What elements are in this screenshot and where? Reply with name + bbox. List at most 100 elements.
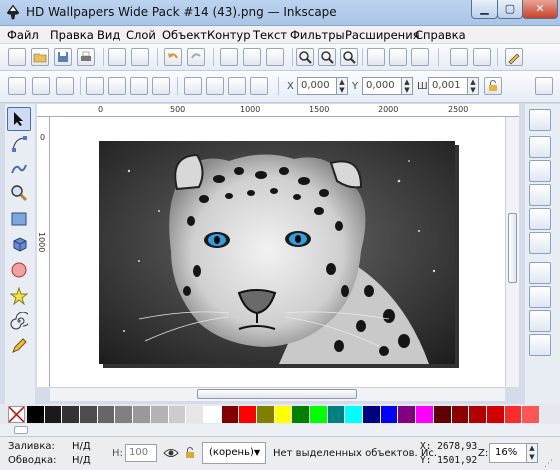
lower-to-bottom-icon[interactable]: [250, 77, 268, 95]
color-swatch[interactable]: [186, 406, 204, 423]
snap-bbox-midpoints-icon[interactable]: [529, 208, 551, 230]
resize-grip-icon[interactable]: ⋰: [544, 459, 556, 469]
color-swatch[interactable]: [327, 406, 346, 423]
selector-tool-icon[interactable]: [7, 107, 31, 131]
clone-icon[interactable]: [389, 48, 407, 66]
duplicate-icon[interactable]: [367, 48, 385, 66]
menu-extensions[interactable]: Расширения: [345, 28, 420, 42]
snap-nodes-icon[interactable]: [529, 262, 551, 284]
eye-visibility-icon[interactable]: [163, 445, 179, 461]
zoom-drawing-icon[interactable]: [318, 48, 336, 66]
rect-tool-icon[interactable]: [7, 207, 31, 231]
color-swatch[interactable]: [62, 406, 81, 423]
menu-file[interactable]: Файл: [7, 28, 39, 42]
raise-to-top-icon[interactable]: [184, 77, 202, 95]
width-spinner[interactable]: ▲ ▼: [468, 77, 479, 95]
color-swatch[interactable]: [203, 406, 222, 423]
color-swatch[interactable]: [380, 406, 399, 423]
color-swatch[interactable]: [292, 406, 311, 423]
maximize-button[interactable]: ▢: [497, 0, 523, 19]
color-swatch[interactable]: [80, 406, 98, 423]
menu-edit[interactable]: Правка: [50, 28, 94, 42]
ellipse-tool-icon[interactable]: [7, 258, 31, 282]
color-swatch[interactable]: [398, 406, 417, 423]
zoom-tool-icon[interactable]: [7, 181, 31, 205]
color-swatch[interactable]: [168, 406, 187, 423]
close-button[interactable]: ✕: [522, 0, 558, 19]
tweak-tool-icon[interactable]: [7, 156, 31, 180]
menu-layer[interactable]: Слой: [126, 28, 156, 42]
color-swatch[interactable]: [274, 406, 293, 423]
more-options-icon[interactable]: [535, 77, 553, 95]
color-swatch[interactable]: [256, 406, 275, 423]
pencil-tool-icon[interactable]: [7, 334, 31, 358]
zoom-page-icon[interactable]: [340, 48, 358, 66]
snap-intersections-icon[interactable]: [529, 310, 551, 332]
color-swatch[interactable]: [115, 406, 134, 423]
snap-toggle-icon[interactable]: [529, 109, 551, 131]
undo-icon[interactable]: [164, 48, 182, 66]
y-spinner[interactable]: ▲ ▼: [402, 77, 413, 95]
vertical-scroll-thumb[interactable]: [508, 213, 517, 283]
color-swatch[interactable]: [44, 406, 63, 423]
raise-icon[interactable]: [206, 77, 224, 95]
palette-scrollbar[interactable]: [0, 424, 560, 436]
export-icon[interactable]: [131, 48, 149, 66]
spiral-tool-icon[interactable]: [7, 309, 31, 333]
color-swatch[interactable]: [522, 406, 540, 423]
palette-scroll-thumb[interactable]: [14, 426, 28, 434]
y-input[interactable]: 0,000: [362, 77, 402, 95]
select-all-icon[interactable]: [8, 77, 26, 95]
x-spinner[interactable]: ▲ ▼: [337, 77, 348, 95]
flip-horizontal-icon[interactable]: [130, 77, 148, 95]
snap-bbox-icon[interactable]: [529, 136, 551, 158]
new-document-icon[interactable]: [8, 48, 26, 66]
minimize-button[interactable]: ▁: [471, 0, 498, 19]
color-swatch[interactable]: [433, 406, 452, 423]
color-swatch[interactable]: [133, 406, 151, 423]
layer-lock-icon[interactable]: [182, 445, 198, 461]
snap-paths-icon[interactable]: [529, 286, 551, 308]
unlink-clone-icon[interactable]: [411, 48, 429, 66]
x-input[interactable]: 0,000: [297, 77, 337, 95]
cut-icon[interactable]: [243, 48, 261, 66]
rotate-ccw-icon[interactable]: [86, 77, 104, 95]
menu-path[interactable]: Контур: [207, 28, 251, 42]
zoom-input[interactable]: 16%: [489, 443, 527, 463]
color-swatch[interactable]: [451, 406, 470, 423]
color-swatch[interactable]: [97, 406, 116, 423]
color-swatch[interactable]: [221, 406, 240, 423]
rotate-cw-icon[interactable]: [108, 77, 126, 95]
color-swatch[interactable]: [486, 406, 505, 423]
print-icon[interactable]: [77, 48, 95, 66]
snap-bbox-centers-icon[interactable]: [529, 232, 551, 254]
horizontal-scroll-thumb[interactable]: [197, 389, 357, 399]
menu-view[interactable]: Вид: [97, 28, 120, 42]
color-swatch[interactable]: [239, 406, 257, 423]
deselect-icon[interactable]: [56, 77, 74, 95]
node-tool-icon[interactable]: [7, 132, 31, 156]
fill-stroke-icon[interactable]: [505, 48, 523, 66]
color-swatch[interactable]: [150, 406, 169, 423]
select-all-layers-icon[interactable]: [32, 77, 50, 95]
menu-object[interactable]: Объект: [162, 28, 207, 42]
color-swatch[interactable]: [345, 406, 364, 423]
star-tool-icon[interactable]: [7, 284, 31, 308]
no-paint-swatch[interactable]: [8, 406, 25, 423]
snap-bbox-edges-icon[interactable]: [529, 160, 551, 182]
redo-icon[interactable]: [187, 48, 205, 66]
color-swatch[interactable]: [27, 406, 45, 423]
color-swatch[interactable]: [363, 406, 381, 423]
open-file-icon[interactable]: [31, 48, 49, 66]
menu-text[interactable]: Текст: [253, 28, 287, 42]
zoom-selection-icon[interactable]: [296, 48, 314, 66]
color-swatch[interactable]: [310, 406, 328, 423]
import-icon[interactable]: [108, 48, 126, 66]
snow-leopard-image[interactable]: [99, 141, 455, 364]
color-swatch[interactable]: [416, 406, 434, 423]
snap-bbox-corners-icon[interactable]: [529, 184, 551, 206]
color-swatch[interactable]: [469, 406, 487, 423]
group-icon[interactable]: [450, 48, 468, 66]
opacity-input[interactable]: 100: [125, 444, 157, 462]
copy-icon[interactable]: [220, 48, 238, 66]
